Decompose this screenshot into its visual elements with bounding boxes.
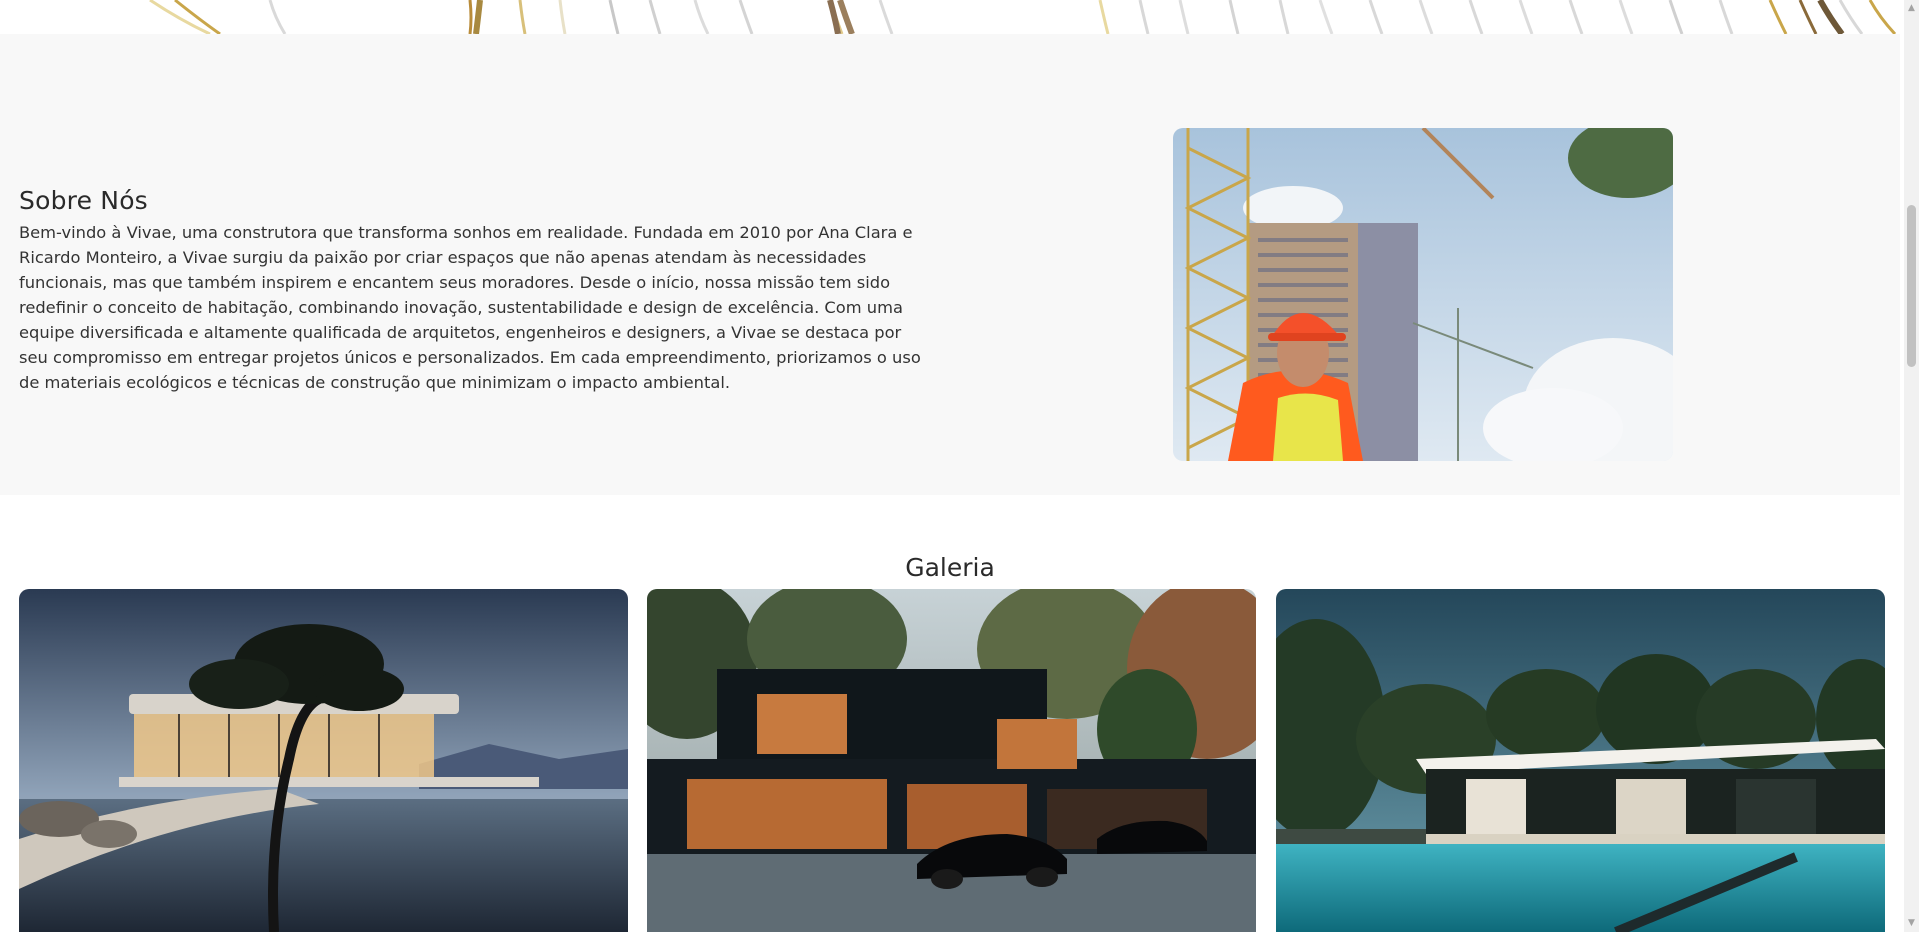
scroll-up-arrow-icon[interactable]: ▲ [1904,0,1919,17]
gallery-image-3[interactable] [1276,589,1885,932]
gallery-title: Galeria [905,553,995,582]
hero-banner-bottom-edge [0,0,1900,34]
gallery-image-1[interactable] [19,589,628,932]
scrollbar-thumb[interactable] [1907,205,1916,367]
about-text: Bem-vindo à Vivae, uma construtora que t… [19,223,921,392]
dark-house-sports-cars-photo-icon [647,589,1256,932]
modern-house-tree-pool-photo-icon [19,589,628,932]
about-title: Sobre Nós [19,186,148,215]
vertical-scrollbar[interactable]: ▲ ▼ [1904,0,1919,932]
gold-waves-decoration [0,0,1900,34]
construction-worker-photo-icon [1173,128,1673,461]
scroll-down-arrow-icon[interactable]: ▼ [1904,915,1919,932]
gallery-image-2[interactable] [647,589,1256,932]
white-house-pool-photo-icon [1276,589,1885,932]
about-section: Sobre Nós Bem-vindo à Vivae, uma constru… [0,34,1900,495]
